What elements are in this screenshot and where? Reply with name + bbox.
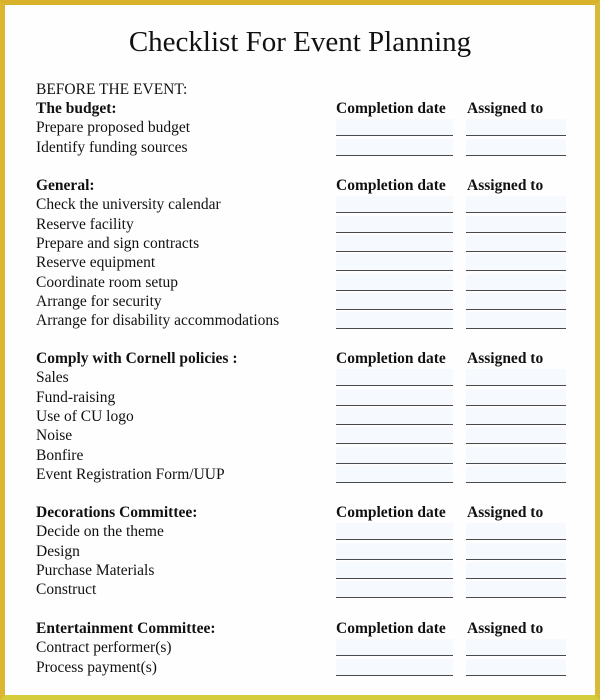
task-label: Purchase Materials: [36, 561, 155, 579]
assigned-to-header: Assigned to: [467, 350, 544, 367]
task-label: Fund-raising: [36, 388, 116, 406]
task-label: Sales: [36, 369, 69, 387]
assigned-to-header: Assigned to: [467, 620, 544, 637]
assigned-to-field[interactable]: [466, 542, 566, 560]
assigned-to-field[interactable]: [466, 312, 566, 330]
completion-date-header: Completion date: [336, 350, 446, 367]
assigned-to-field[interactable]: [466, 292, 566, 310]
task-label: Construct: [36, 581, 97, 599]
assigned-to-field[interactable]: [466, 561, 566, 579]
completion-date-field[interactable]: [336, 369, 453, 387]
completion-date-field[interactable]: [336, 639, 453, 657]
task-label: Prepare and sign contracts: [36, 234, 200, 252]
assigned-to-field[interactable]: [466, 234, 566, 252]
assigned-to-field[interactable]: [466, 523, 566, 541]
assigned-to-field[interactable]: [466, 254, 566, 272]
task-label: Bonfire: [36, 446, 84, 464]
task-label: Contract performer(s): [36, 639, 172, 657]
completion-date-field[interactable]: [336, 254, 453, 272]
assigned-to-field[interactable]: [466, 581, 566, 599]
task-label: Arrange for disability accommodations: [36, 312, 280, 330]
completion-date-header: Completion date: [336, 504, 446, 521]
assigned-to-field[interactable]: [466, 215, 566, 233]
task-label: Arrange for security: [36, 292, 162, 310]
task-label: Check the university calendar: [36, 196, 221, 214]
task-label: Identify funding sources: [36, 138, 188, 156]
task-label: Process payment(s): [36, 658, 157, 676]
completion-date-field[interactable]: [336, 273, 453, 291]
task-label: Reserve equipment: [36, 254, 156, 272]
completion-date-field[interactable]: [336, 388, 453, 406]
completion-date-field[interactable]: [336, 119, 453, 137]
section-heading: Decorations Committee:: [36, 504, 198, 521]
completion-date-field[interactable]: [336, 465, 453, 483]
completion-date-field[interactable]: [336, 196, 453, 214]
assigned-to-header: Assigned to: [467, 504, 544, 521]
assigned-to-field[interactable]: [466, 369, 566, 387]
completion-date-field[interactable]: [336, 138, 453, 156]
completion-date-field[interactable]: [336, 215, 453, 233]
section-heading: Comply with Cornell policies :: [36, 350, 238, 367]
section-heading: Entertainment Committee:: [36, 620, 216, 637]
task-label: Event Registration Form/UUP: [36, 465, 225, 483]
completion-date-field[interactable]: [336, 234, 453, 252]
section-heading: General:: [36, 177, 95, 194]
assigned-to-field[interactable]: [466, 388, 566, 406]
assigned-to-field[interactable]: [466, 196, 566, 214]
task-label: Reserve facility: [36, 215, 134, 233]
task-label: Use of CU logo: [36, 407, 134, 425]
assigned-to-field[interactable]: [466, 407, 566, 425]
completion-date-field[interactable]: [336, 446, 453, 464]
page-title: Checklist For Event Planning: [128, 26, 472, 58]
assigned-to-header: Assigned to: [467, 100, 544, 117]
task-label: Prepare proposed budget: [36, 119, 191, 137]
completion-date-field[interactable]: [336, 523, 453, 541]
completion-date-field[interactable]: [336, 658, 453, 676]
completion-date-field[interactable]: [336, 427, 453, 445]
task-label: Design: [36, 542, 80, 560]
completion-date-field[interactable]: [336, 312, 453, 330]
assigned-to-field[interactable]: [466, 639, 566, 657]
section-heading: The budget:: [36, 100, 117, 117]
completion-date-header: Completion date: [336, 620, 446, 637]
assigned-to-field[interactable]: [466, 427, 566, 445]
assigned-to-field[interactable]: [466, 273, 566, 291]
task-label: Coordinate room setup: [36, 273, 179, 291]
assigned-to-field[interactable]: [466, 465, 566, 483]
task-label: Decide on the theme: [36, 523, 164, 541]
assigned-to-field[interactable]: [466, 119, 566, 137]
assigned-to-field[interactable]: [466, 658, 566, 676]
completion-date-header: Completion date: [336, 100, 446, 117]
completion-date-header: Completion date: [336, 177, 446, 194]
task-label: Noise: [36, 427, 73, 445]
completion-date-field[interactable]: [336, 581, 453, 599]
phase-label: BEFORE THE EVENT:: [36, 81, 188, 98]
completion-date-field[interactable]: [336, 561, 453, 579]
assigned-to-field[interactable]: [466, 138, 566, 156]
assigned-to-header: Assigned to: [467, 177, 544, 194]
assigned-to-field[interactable]: [466, 446, 566, 464]
completion-date-field[interactable]: [336, 542, 453, 560]
completion-date-field[interactable]: [336, 292, 453, 310]
completion-date-field[interactable]: [336, 407, 453, 425]
